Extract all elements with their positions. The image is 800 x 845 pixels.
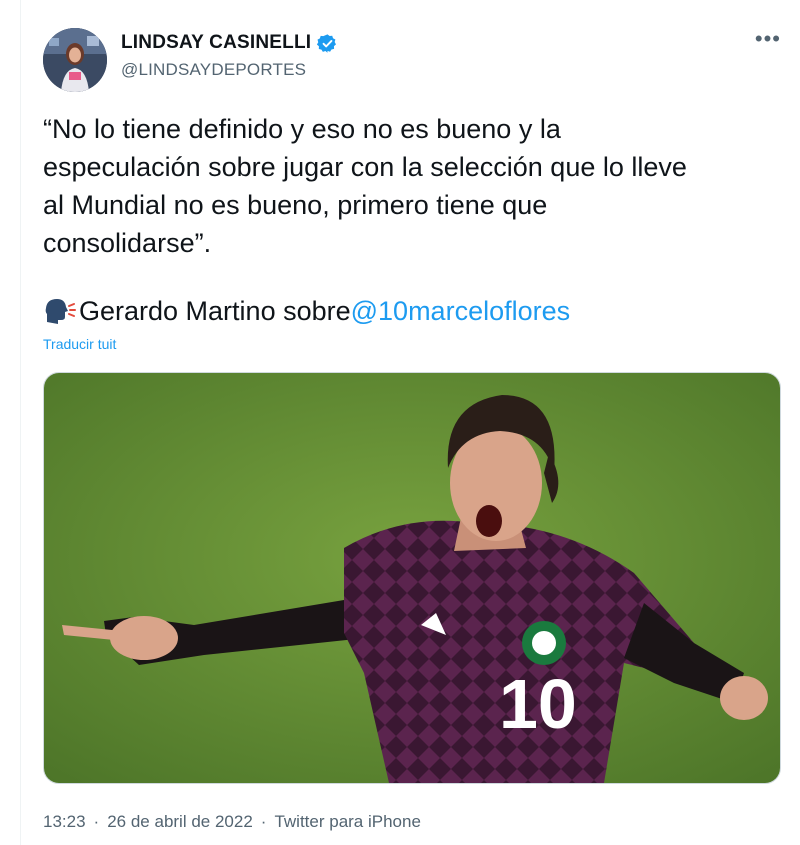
author-name-row[interactable]: LINDSAY CASINELLI bbox=[121, 32, 338, 54]
tweet-time[interactable]: 13:23 bbox=[43, 812, 86, 831]
attribution-text: Gerardo Martino sobre bbox=[79, 296, 351, 326]
tweet-photo[interactable]: 10 bbox=[43, 372, 781, 784]
tweet-text-line: especulación sobre jugar con la selecció… bbox=[43, 152, 687, 182]
meta-separator: · bbox=[260, 812, 267, 831]
tweet-text-line: “No lo tiene definido y eso no es bueno … bbox=[43, 114, 561, 144]
verified-badge-icon bbox=[317, 33, 338, 54]
meta-separator: · bbox=[93, 812, 100, 831]
author-handle[interactable]: @LINDSAYDEPORTES bbox=[121, 60, 306, 80]
tweet-metadata: 13:23 · 26 de abril de 2022 · Twitter para i… bbox=[43, 812, 421, 832]
translate-link[interactable]: Traducir tuit bbox=[43, 336, 116, 352]
tweet-text: “No lo tiene definido y eso no es bueno … bbox=[43, 110, 783, 262]
attribution-line: Gerardo Martino sobre @10marceloflores bbox=[43, 292, 570, 330]
tweet-text-line: al Mundial no es bueno, primero tiene qu… bbox=[43, 190, 548, 220]
avatar[interactable] bbox=[43, 28, 107, 92]
more-options-icon[interactable]: ••• bbox=[755, 26, 781, 52]
tweet-card: LINDSAY CASINELLI @LINDSAYDEPORTES ••• “… bbox=[20, 0, 800, 845]
tweet-date[interactable]: 26 de abril de 2022 bbox=[107, 812, 253, 831]
author-name[interactable]: LINDSAY CASINELLI bbox=[121, 32, 311, 54]
mention-link[interactable]: @10marceloflores bbox=[351, 292, 571, 330]
tweet-source: Twitter para iPhone bbox=[274, 812, 421, 831]
jersey-number: 10 bbox=[499, 665, 577, 743]
tweet-text-line: consolidarse”. bbox=[43, 228, 212, 258]
speaking-head-icon bbox=[43, 296, 77, 326]
